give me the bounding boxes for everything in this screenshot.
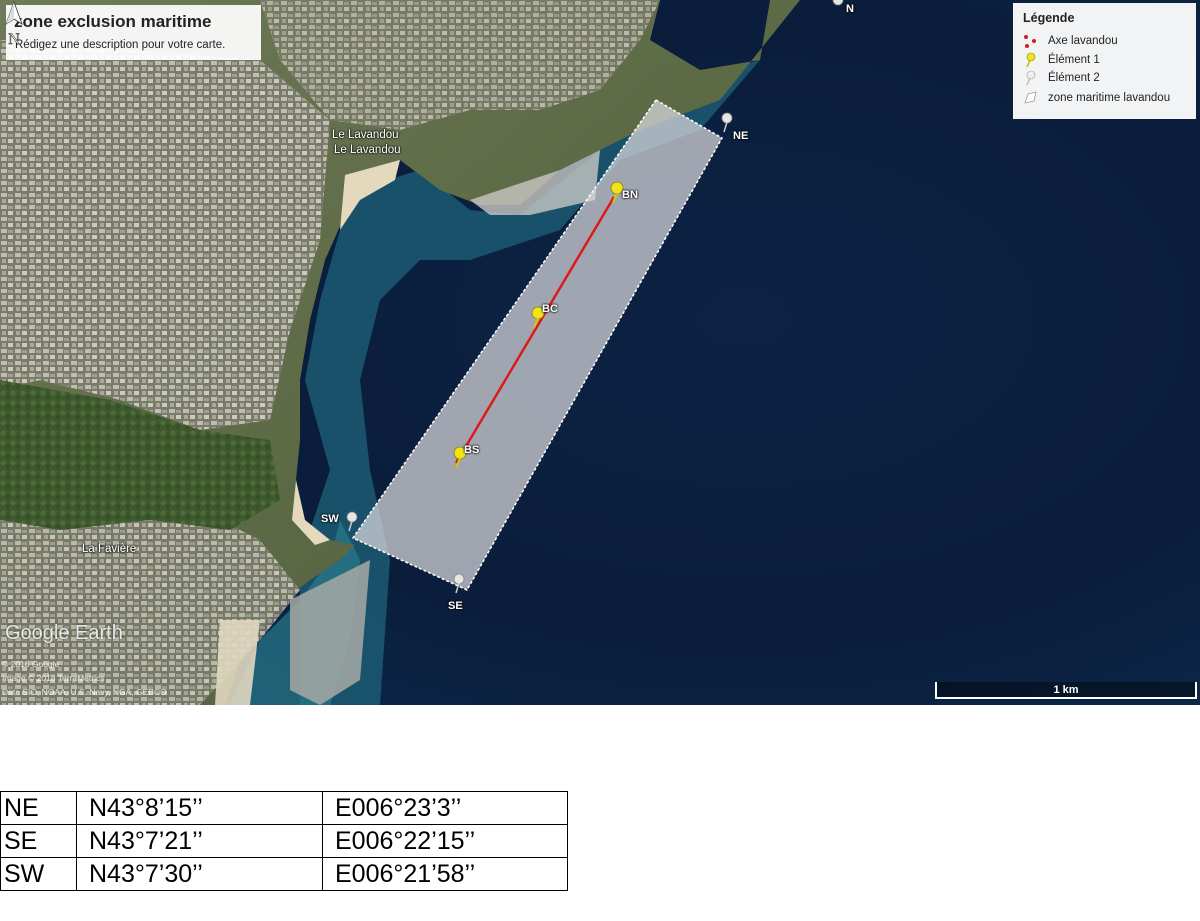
compass-letter: N: [8, 31, 20, 48]
label-bs[interactable]: BS: [464, 444, 479, 456]
latitude-cell: N43°7’30’’: [76, 857, 323, 891]
map-description[interactable]: Rédigez une description pour votre carte…: [15, 39, 225, 51]
legend-label: Axe lavandou: [1048, 35, 1118, 47]
satellite-map[interactable]: NE SE SW N BN BC BS Le Lavandou Le Lavan…: [0, 0, 1200, 705]
white-pushpin-icon: [1026, 70, 1036, 86]
longitude-cell: E006°22’15’’: [322, 824, 568, 858]
latitude-cell: N43°8’15’’: [76, 791, 323, 825]
attribution-line-1: © 2018 Google: [2, 659, 60, 669]
legend-label: Élément 1: [1048, 54, 1100, 66]
point-id-cell: SE: [0, 824, 77, 858]
attribution-line-2: Image © 2018 TerraMetrics: [2, 673, 105, 683]
latitude-cell: N43°7’21’’: [76, 824, 323, 858]
label-bc[interactable]: BC: [542, 303, 558, 315]
legend-item-axe-lavandou[interactable]: Axe lavandou: [1021, 33, 1193, 51]
place-lavandou-2: Le Lavandou: [334, 144, 401, 156]
scale-label: 1 km: [1053, 684, 1079, 696]
legend-item-zone-maritime[interactable]: zone maritime lavandou: [1021, 90, 1193, 108]
coordinates-table: NE N43°8’15’’ E006°23’3’’ SE N43°7’21’’ …: [0, 791, 568, 891]
google-earth-logo: Google Earth: [5, 622, 123, 644]
longitude-cell: E006°21’58’’: [322, 857, 568, 891]
label-bn[interactable]: BN: [622, 189, 638, 201]
legend-title: Légende: [1023, 11, 1075, 25]
longitude-cell: E006°23’3’’: [322, 791, 568, 825]
compass-north-icon[interactable]: N: [0, 0, 28, 48]
map-title: zone exclusion maritime: [14, 12, 212, 31]
label-sw[interactable]: SW: [321, 513, 339, 525]
map-legend: Légende Axe lavandou Élément 1 Élément 2: [1013, 3, 1196, 119]
table-row: SW N43°7’30’’ E006°21’58’’: [0, 857, 568, 891]
attribution-line-3: Data SIO, NOAA, U.S. Navy, NGA, GEBCO: [2, 687, 167, 697]
yellow-pushpin-icon: [1026, 52, 1036, 68]
label-n[interactable]: N: [846, 3, 854, 15]
point-id-cell: SW: [0, 857, 77, 891]
table-row: NE N43°8’15’’ E006°23’3’’: [0, 791, 568, 825]
place-la-faviere: La Favière: [82, 543, 137, 555]
scale-bar: 1 km: [935, 682, 1197, 699]
table-row: SE N43°7’21’’ E006°22’15’’: [0, 824, 568, 858]
map-title-panel: zone exclusion maritime Rédigez une desc…: [6, 5, 261, 60]
legend-label: Élément 2: [1048, 72, 1100, 84]
label-ne[interactable]: NE: [733, 130, 748, 142]
label-se[interactable]: SE: [448, 600, 463, 612]
legend-label: zone maritime lavandou: [1048, 92, 1171, 104]
legend-item-element-2[interactable]: Élément 2: [1021, 70, 1193, 88]
place-lavandou: Le Lavandou: [332, 129, 399, 141]
legend-item-element-1[interactable]: Élément 1: [1021, 52, 1193, 70]
polygon-icon: [1024, 91, 1037, 104]
point-id-cell: NE: [0, 791, 77, 825]
path-icon: [1024, 35, 1036, 48]
